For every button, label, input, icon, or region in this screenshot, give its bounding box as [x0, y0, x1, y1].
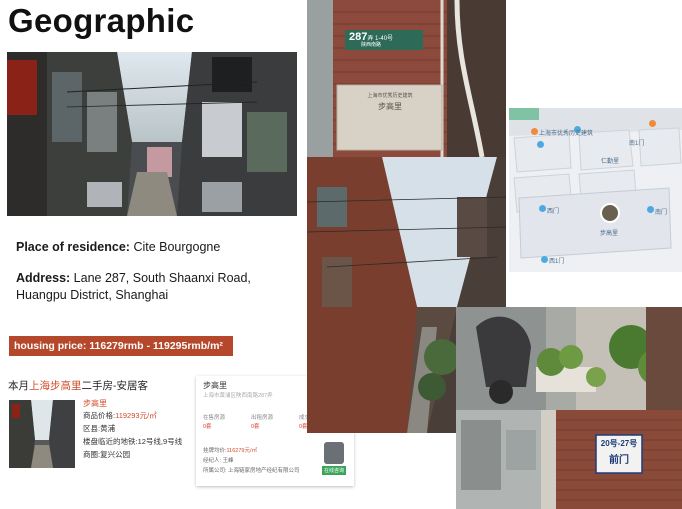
plants-scooter-photo — [456, 307, 682, 410]
agent-avatar[interactable] — [324, 442, 344, 464]
panel-stat-1: 出租房源 0套 — [251, 414, 291, 432]
panel-price-line: 挂牌均价:116279元/㎡ — [203, 446, 257, 454]
stat-value: 0套 — [203, 424, 212, 430]
alley-photo — [7, 52, 297, 216]
map-pin[interactable] — [539, 205, 546, 212]
listing-district-value: 黄浦 — [100, 424, 116, 433]
page-title: Geographic — [8, 2, 195, 39]
residence-value: Cite Bourgogne — [133, 240, 221, 254]
listing-district-label: 区县: — [83, 424, 101, 433]
location-marker[interactable] — [600, 203, 620, 223]
map-pin[interactable] — [531, 128, 538, 135]
stat-label: 出租房源 — [251, 415, 274, 421]
map-pin[interactable] — [541, 256, 548, 263]
gate-sign: 20号-27号 前门 — [597, 438, 641, 466]
plaque-name: 步高里 — [378, 102, 402, 111]
address-label: Address: — [16, 271, 71, 285]
listing-header-highlight[interactable]: 上海步高里 — [29, 380, 82, 392]
map-label: 西1门 — [549, 259, 565, 265]
listing-metro-label: 楼盘临近的地铁: — [83, 437, 138, 446]
housing-price-banner: housing price: 116279rmb - 119295rmb/m² — [9, 336, 233, 356]
map-label: 上海市优秀历史建筑 — [539, 131, 594, 137]
consult-badge[interactable]: 在线咨询 — [321, 466, 346, 475]
map-label: 南1门 — [629, 141, 645, 147]
map-label: 步高里 — [600, 231, 619, 237]
brick-wall-photo: 20号-27号 前门 — [456, 410, 682, 509]
street-sign: 287弄 1-40号 陕西南路 — [349, 31, 393, 48]
listing-metro-value: 12号线,9号线 — [137, 437, 183, 446]
panel-subtitle: 上海市黄浦区陕西南路287弄 — [203, 393, 273, 399]
panel-price-value: 116279元/㎡ — [226, 448, 258, 454]
map-pin[interactable] — [537, 141, 544, 148]
map-view[interactable]: 上海市优秀历史建筑 西门 步高里 南门 西1门 南1门 仁勤里 — [509, 108, 682, 272]
listing-park-value: 复兴公园 — [100, 450, 131, 459]
map-label: 仁勤里 — [601, 159, 620, 165]
listing-price-line: 商品价格:119293元/㎡ — [83, 410, 157, 421]
map-label: 西门 — [547, 209, 560, 215]
gate-sign-label: 前门 — [609, 455, 629, 466]
listing-thumbnail — [9, 400, 75, 468]
listing-price-value: 119293元/㎡ — [115, 411, 157, 420]
listing-header: 本月上海步高里二手房-安居客 — [8, 378, 148, 393]
panel-agent-line: 经纪人: 王峰 — [203, 458, 234, 464]
stat-label: 在售房源 — [203, 415, 226, 421]
listing-park-line: 商圈:复兴公园 — [83, 449, 130, 460]
listing-metro-line: 楼盘临近的地铁:12号线,9号线 — [83, 436, 182, 447]
map-label: 南门 — [655, 210, 668, 216]
listing-name[interactable]: 步高里 — [83, 398, 107, 409]
residence-line: Place of residence: Cite Bourgogne — [16, 239, 220, 256]
map-pin[interactable] — [647, 206, 654, 213]
panel-price-label: 挂牌均价: — [203, 448, 227, 454]
listing-park-label: 商圈: — [83, 450, 101, 459]
stat-value: 0套 — [251, 424, 260, 430]
listing-header-prefix: 本月 — [8, 380, 29, 392]
plaque-title: 上海市优秀历史建筑 — [367, 93, 413, 99]
listing-district-line: 区县:黄浦 — [83, 423, 115, 434]
panel-name: 步高里 — [203, 381, 227, 390]
address-line: Address: Lane 287, South Shaanxi Road, H… — [16, 270, 281, 304]
gate-plaque-photo: 287弄 1-40号 陕西南路 上海市优秀历史建筑 步高里 — [307, 0, 506, 157]
listing-price-label: 商品价格: — [83, 411, 116, 420]
heritage-plaque: 上海市优秀历史建筑 步高里 — [343, 92, 437, 112]
listing-card[interactable]: 步高里 商品价格:119293元/㎡ 区县:黄浦 楼盘临近的地铁:12号线,9号… — [7, 392, 197, 474]
panel-stat-0: 在售房源 0套 — [203, 414, 243, 432]
panel-company-line: 所属公司: 上海链家房地产经纪有限公司 — [203, 468, 300, 474]
residence-label: Place of residence: — [16, 240, 130, 254]
listing-header-suffix: 二手房-安居客 — [81, 380, 149, 392]
map-pin[interactable] — [649, 120, 656, 127]
gate-sign-numbers: 20号-27号 — [600, 439, 638, 448]
